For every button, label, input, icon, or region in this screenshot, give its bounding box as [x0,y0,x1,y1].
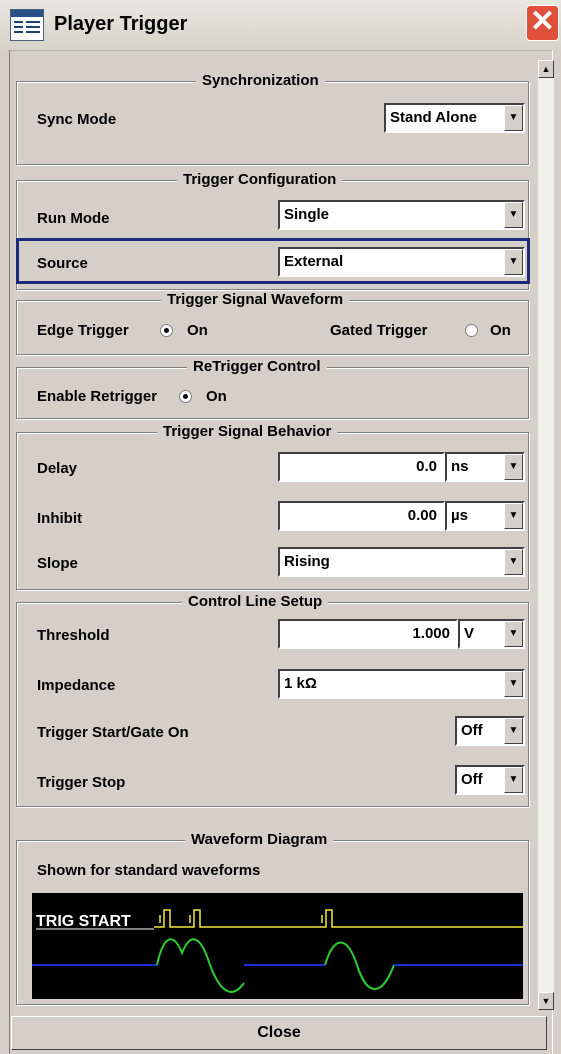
trigger-start-select[interactable]: Off ▼ [455,716,525,746]
run-mode-value: Single [284,206,330,223]
chevron-down-icon[interactable]: ▼ [504,454,523,480]
sync-mode-value: Stand Alone [390,109,477,126]
source-label: Source [37,255,88,272]
retrigger-control-title: ReTrigger Control [187,358,327,375]
trigger-signal-behavior-title: Trigger Signal Behavior [157,423,338,440]
edge-trigger-on-label: On [187,322,208,339]
threshold-label: Threshold [37,627,110,644]
window-frame-left [0,50,10,1054]
waveform-diagram-canvas: TRIG START [32,893,523,999]
inhibit-unit-select[interactable]: µs ▼ [445,501,525,531]
trigger-signal-trace [154,909,523,928]
gated-trigger-label: Gated Trigger [330,322,428,339]
edge-trigger-label: Edge Trigger [37,322,129,339]
enable-retrigger-on-label: On [206,388,227,405]
player-trigger-dialog: Player Trigger ✕ ▲ ▼ Synchronization Syn… [0,0,561,1054]
slope-label: Slope [37,555,78,572]
slope-value: Rising [284,553,330,570]
scroll-up-arrow-icon[interactable]: ▲ [538,60,554,78]
delay-unit-value: ns [451,458,469,475]
chevron-down-icon[interactable]: ▼ [504,503,523,529]
threshold-input[interactable]: 1.000 [278,619,458,649]
run-mode-select[interactable]: Single ▼ [278,200,525,230]
gated-trigger-on-label: On [490,322,511,339]
waveform-diagram-svg: TRIG START [32,909,523,993]
rf-output-trace [32,938,523,993]
slope-select[interactable]: Rising ▼ [278,547,525,577]
enable-retrigger-label: Enable Retrigger [37,388,158,405]
trigger-app-icon [10,9,44,41]
delay-input[interactable]: 0.0 [278,452,445,482]
title-bar[interactable]: Player Trigger ✕ [0,0,561,51]
waveform-diagram-subtitle: Shown for standard waveforms [37,862,261,879]
control-line-setup-title: Control Line Setup [182,593,329,610]
gated-trigger-radio[interactable] [465,324,478,337]
chevron-down-icon[interactable]: ▼ [504,718,523,744]
chevron-down-icon[interactable]: ▼ [504,621,523,647]
chevron-down-icon[interactable]: ▼ [504,549,523,575]
threshold-unit-select[interactable]: V ▼ [458,619,525,649]
edge-trigger-radio[interactable] [160,324,173,337]
delay-unit-select[interactable]: ns ▼ [445,452,525,482]
trigger-start-value: Off [461,722,483,739]
window-title: Player Trigger [54,13,188,35]
scroll-down-arrow-icon[interactable]: ▼ [538,992,554,1010]
close-button[interactable]: Close [11,1016,547,1050]
sync-mode-label: Sync Mode [37,111,117,128]
inhibit-unit-value: µs [451,507,468,524]
trigger-stop-label: Trigger Stop [37,774,126,791]
waveform-diagram-title: Waveform Diagram [185,831,334,848]
trigger-stop-value: Off [461,771,483,788]
inhibit-label: Inhibit [37,510,82,527]
source-select[interactable]: External ▼ [278,247,525,277]
chevron-down-icon[interactable]: ▼ [504,767,523,793]
chevron-down-icon[interactable]: ▼ [504,105,523,131]
chevron-down-icon[interactable]: ▼ [504,249,523,275]
trigger-start-gate-on-label: Trigger Start/Gate On [37,724,189,741]
impedance-label: Impedance [37,677,116,694]
threshold-unit-value: V [464,625,475,642]
delay-label: Delay [37,460,78,477]
inhibit-input[interactable]: 0.00 [278,501,445,531]
vertical-scrollbar[interactable]: ▲ ▼ [538,60,554,1010]
run-mode-label: Run Mode [37,210,110,227]
enable-retrigger-radio[interactable] [179,390,192,403]
impedance-select[interactable]: 1 kΩ ▼ [278,669,525,699]
trigger-stop-select[interactable]: Off ▼ [455,765,525,795]
synchronization-title: Synchronization [196,72,325,89]
close-icon[interactable]: ✕ [526,5,559,41]
sync-mode-select[interactable]: Stand Alone ▼ [384,103,525,133]
trig-start-label: TRIG START [36,913,131,930]
chevron-down-icon[interactable]: ▼ [504,202,523,228]
trigger-signal-waveform-title: Trigger Signal Waveform [161,291,350,308]
chevron-down-icon[interactable]: ▼ [504,671,523,697]
source-value: External [284,253,344,270]
impedance-value: 1 kΩ [284,675,317,692]
trigger-configuration-title: Trigger Configuration [177,171,343,188]
